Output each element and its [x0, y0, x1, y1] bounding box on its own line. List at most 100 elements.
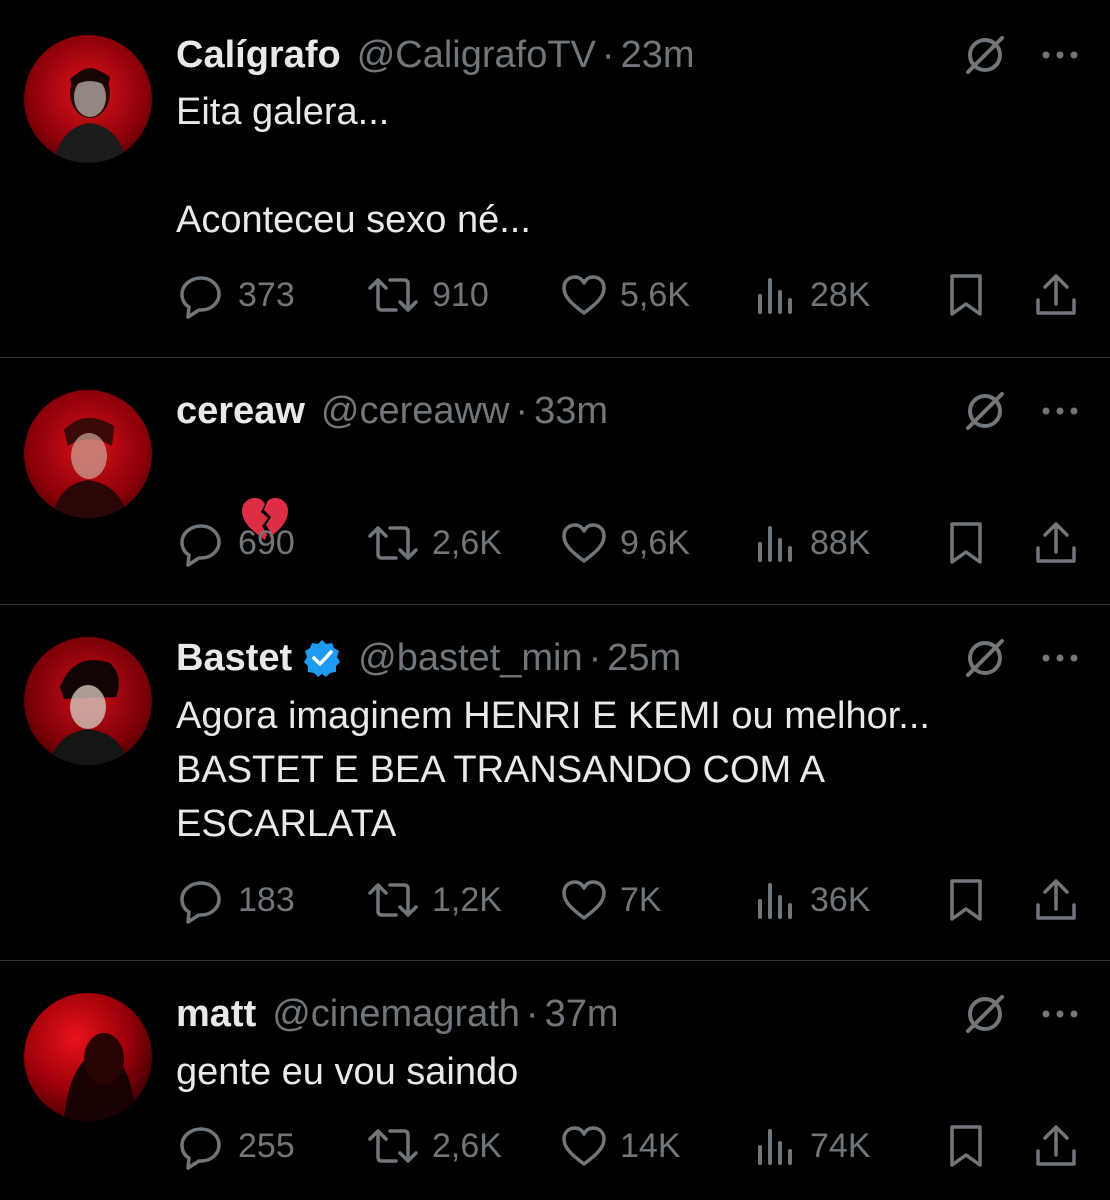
repost-count: 910 — [432, 275, 489, 314]
verified-badge-icon — [304, 640, 341, 677]
tweet-actions: 690 2,6K 9,6K 88K — [0, 518, 1110, 568]
grok-icon[interactable] — [962, 388, 1008, 434]
views-icon — [758, 883, 792, 919]
share-button[interactable] — [1032, 518, 1080, 568]
repost-icon — [368, 883, 418, 917]
display-name[interactable]: matt — [176, 993, 256, 1036]
tweet-text: gente eu vou saindo — [176, 1051, 519, 1093]
views-icon — [758, 526, 792, 562]
heart-icon — [562, 523, 606, 563]
reply-count: 255 — [238, 1126, 295, 1165]
display-name[interactable]: Bastet — [176, 637, 292, 680]
grok-icon[interactable] — [962, 635, 1008, 681]
timestamp[interactable]: 33m — [534, 390, 608, 433]
heart-icon — [562, 880, 606, 920]
view-count: 36K — [810, 880, 871, 919]
username[interactable]: @cereaww — [321, 390, 510, 433]
view-count: 74K — [810, 1126, 871, 1165]
tweet-actions: 255 2,6K 14K 74K — [0, 1121, 1110, 1171]
reply-count: 373 — [238, 275, 295, 314]
repost-button[interactable]: 910 — [366, 270, 489, 320]
like-count: 14K — [620, 1126, 681, 1165]
like-button[interactable]: 9,6K — [560, 518, 690, 568]
share-icon — [1036, 522, 1076, 563]
share-icon — [1036, 1125, 1076, 1166]
share-icon — [1036, 274, 1076, 315]
share-button[interactable] — [1032, 875, 1080, 925]
repost-button[interactable]: 2,6K — [366, 1121, 502, 1171]
username[interactable]: @CaligrafoTV — [357, 34, 596, 77]
tweet-header: cereaw @cereaww · 33m — [176, 386, 608, 436]
grok-icon[interactable] — [962, 32, 1008, 78]
bookmark-icon — [950, 879, 982, 921]
timeline: Calígrafo @CaligrafoTV · 23m Eita galera… — [0, 0, 1110, 1200]
bookmark-button[interactable] — [944, 1121, 988, 1171]
tweet[interactable]: matt @cinemagrath · 37m gente eu vou sai… — [0, 961, 1110, 1200]
tweet[interactable]: Calígrafo @CaligrafoTV · 23m Eita galera… — [0, 0, 1110, 357]
like-button[interactable]: 14K — [560, 1121, 681, 1171]
avatar[interactable] — [24, 35, 152, 163]
like-button[interactable]: 7K — [560, 875, 662, 925]
bookmark-icon — [950, 274, 982, 316]
repost-icon — [368, 526, 418, 560]
more-icon[interactable] — [1040, 646, 1080, 670]
avatar[interactable] — [24, 637, 152, 765]
repost-count: 2,6K — [432, 1126, 502, 1165]
share-icon — [1036, 879, 1076, 920]
bookmark-button[interactable] — [944, 518, 988, 568]
reply-button[interactable]: 373 — [176, 270, 295, 320]
tweet-actions: 373 910 5,6K 28K — [0, 270, 1110, 320]
tweet-actions: 183 1,2K 7K 36K — [0, 875, 1110, 925]
tweet-text: Agora imaginem HENRI E KEMI ou melhor...… — [176, 695, 930, 845]
heart-icon — [562, 1126, 606, 1166]
more-icon[interactable] — [1040, 1002, 1080, 1026]
timestamp[interactable]: 23m — [621, 34, 695, 77]
display-name[interactable]: cereaw — [176, 390, 305, 433]
views-button[interactable]: 88K — [754, 518, 871, 568]
bookmark-icon — [950, 522, 982, 564]
separator: · — [588, 636, 602, 679]
reply-button[interactable]: 690 — [176, 518, 295, 568]
timestamp[interactable]: 37m — [545, 993, 619, 1036]
separator: · — [601, 33, 615, 76]
more-icon[interactable] — [1040, 43, 1080, 67]
like-button[interactable]: 5,6K — [560, 270, 690, 320]
repost-count: 2,6K — [432, 523, 502, 562]
bookmark-button[interactable] — [944, 875, 988, 925]
views-button[interactable]: 36K — [754, 875, 871, 925]
reply-count: 183 — [238, 880, 295, 919]
repost-button[interactable]: 2,6K — [366, 518, 502, 568]
grok-icon[interactable] — [962, 991, 1008, 1037]
tweet-header: Bastet @bastet_min · 25m — [176, 633, 681, 683]
share-button[interactable] — [1032, 270, 1080, 320]
view-count: 88K — [810, 523, 871, 562]
views-icon — [758, 278, 792, 314]
bookmark-button[interactable] — [944, 270, 988, 320]
repost-icon — [368, 1129, 418, 1163]
tweet[interactable]: Bastet @bastet_min · 25m Agora imaginem … — [0, 605, 1110, 960]
username[interactable]: @bastet_min — [358, 637, 582, 680]
separator: · — [525, 992, 539, 1035]
like-count: 9,6K — [620, 523, 690, 562]
reply-icon — [180, 881, 221, 924]
reply-button[interactable]: 183 — [176, 875, 295, 925]
views-button[interactable]: 28K — [754, 270, 871, 320]
reply-button[interactable]: 255 — [176, 1121, 295, 1171]
tweet-header: Calígrafo @CaligrafoTV · 23m — [176, 30, 695, 80]
reply-count: 690 — [238, 523, 295, 562]
share-button[interactable] — [1032, 1121, 1080, 1171]
reply-icon — [180, 1127, 221, 1170]
heart-icon — [562, 275, 606, 315]
timestamp[interactable]: 25m — [607, 637, 681, 680]
repost-button[interactable]: 1,2K — [366, 875, 502, 925]
username[interactable]: @cinemagrath — [272, 993, 520, 1036]
views-button[interactable]: 74K — [754, 1121, 871, 1171]
tweet[interactable]: cereaw @cereaww · 33m 690 2,6K 9,6K 88K — [0, 358, 1110, 604]
reply-icon — [180, 276, 221, 319]
repost-icon — [368, 278, 418, 312]
avatar[interactable] — [24, 390, 152, 518]
like-count: 7K — [620, 880, 662, 919]
avatar[interactable] — [24, 993, 152, 1121]
more-icon[interactable] — [1040, 399, 1080, 423]
display-name[interactable]: Calígrafo — [176, 34, 341, 77]
